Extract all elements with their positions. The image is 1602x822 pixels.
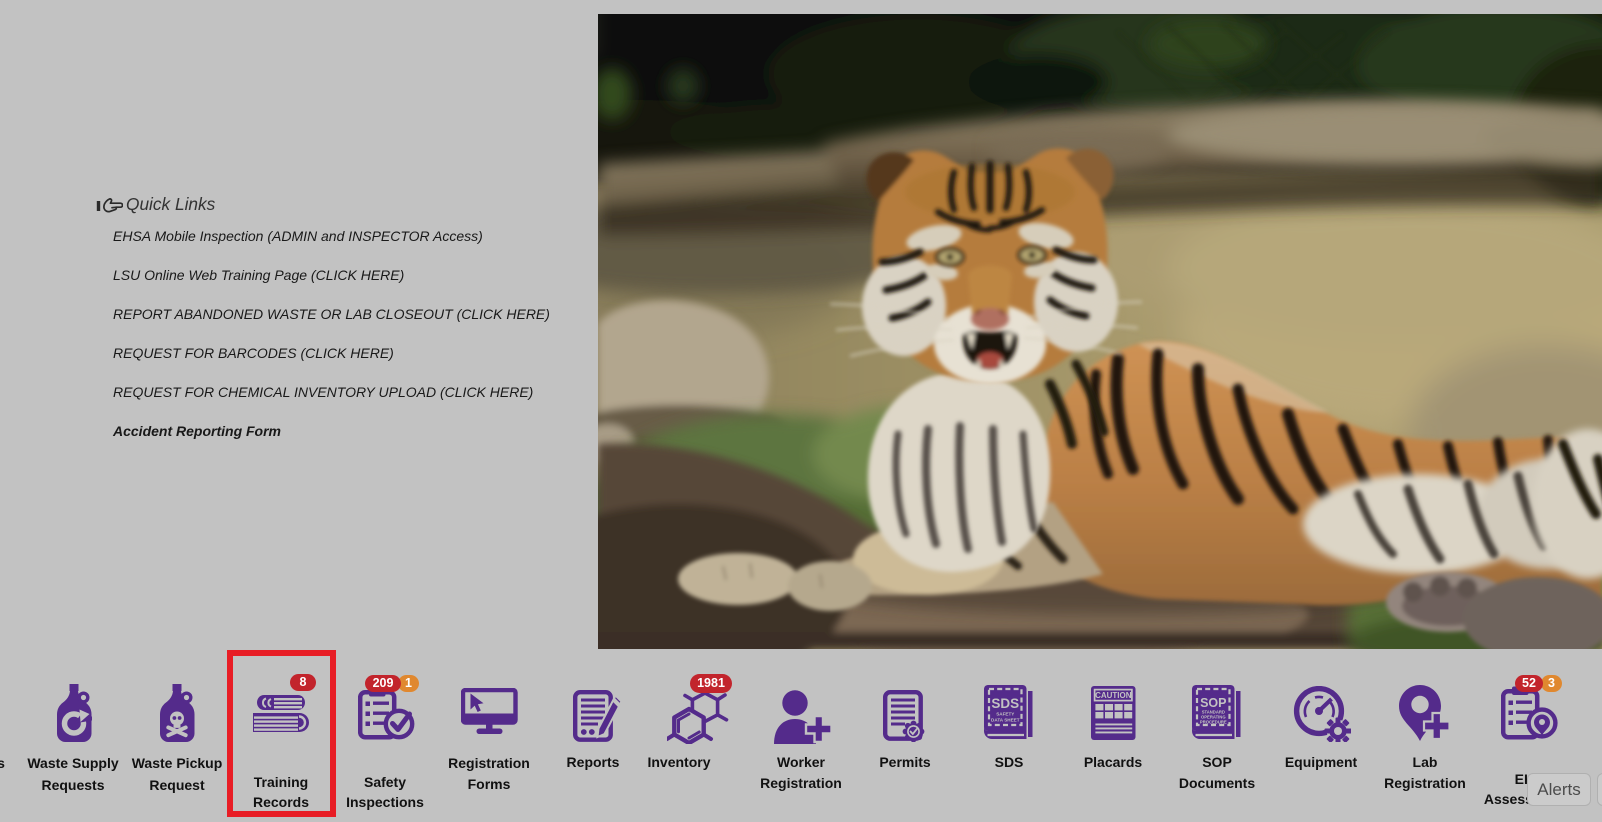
svg-text:SDS: SDS [991,696,1019,711]
svg-text:CAUTION: CAUTION [1095,691,1132,700]
svg-text:PROCEDURE: PROCEDURE [1200,720,1227,725]
svg-text:SAFETY: SAFETY [996,712,1014,717]
svg-text:DATA SHEET: DATA SHEET [991,718,1020,723]
svg-text:SOP: SOP [1200,696,1226,710]
